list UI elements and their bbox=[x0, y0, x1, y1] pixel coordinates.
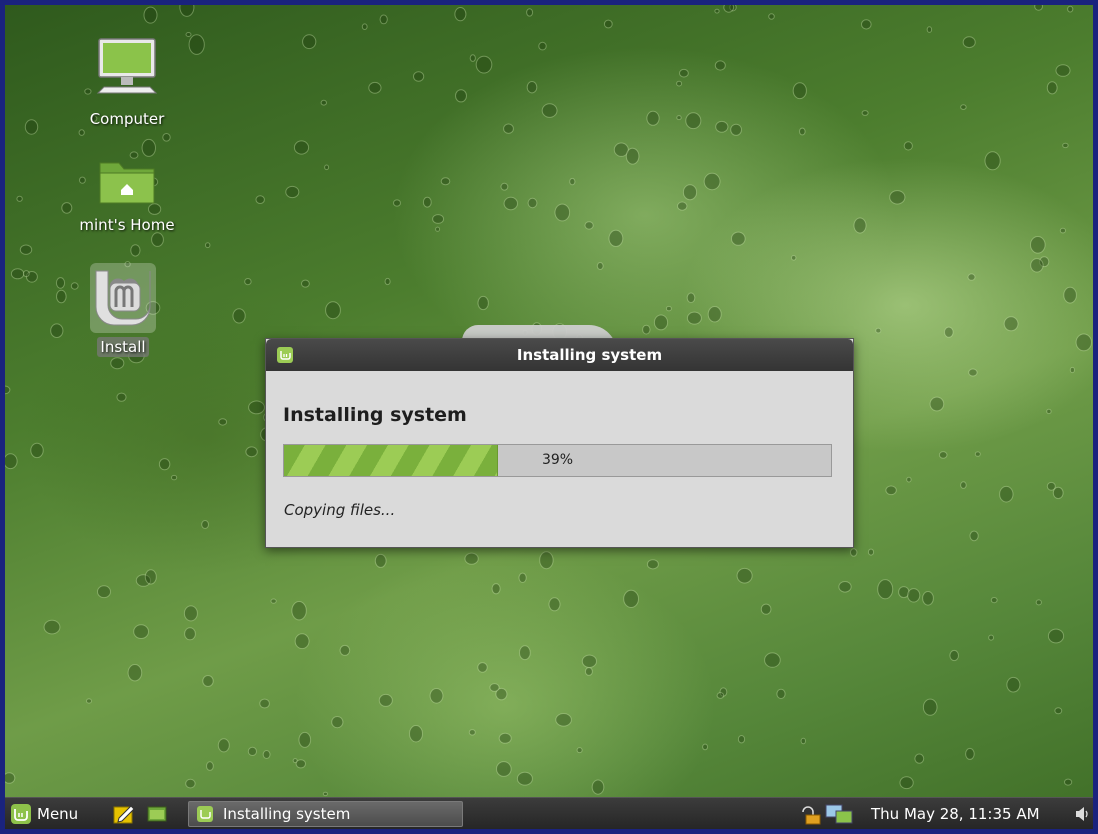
desktop-icon-label: Install bbox=[97, 337, 149, 357]
computer-icon bbox=[67, 35, 187, 105]
desktop-icon-computer[interactable]: Computer bbox=[67, 35, 187, 129]
desktop-icon-label: mint's Home bbox=[79, 216, 175, 234]
installer-dialog: Installing system Installing system 39% … bbox=[265, 338, 854, 548]
mint-logo-icon bbox=[197, 806, 213, 822]
desktop-icon-install[interactable]: Install bbox=[63, 263, 183, 357]
menu-button[interactable]: Menu bbox=[11, 798, 78, 829]
clock[interactable]: Thu May 28, 11:35 AM bbox=[871, 798, 1040, 829]
text-editor-launcher[interactable] bbox=[113, 798, 135, 829]
home-folder-icon bbox=[67, 157, 187, 211]
terminal-launcher[interactable] bbox=[147, 798, 167, 829]
mint-menu-icon bbox=[11, 803, 31, 824]
dialog-heading: Installing system bbox=[283, 404, 467, 426]
taskbar-window-button[interactable]: Installing system bbox=[188, 801, 463, 827]
taskbar: Menu Installing system Thu May 28, 11:35… bbox=[5, 797, 1093, 829]
menu-label: Menu bbox=[37, 804, 79, 823]
network-tray[interactable] bbox=[800, 798, 862, 829]
terminal-icon bbox=[147, 806, 167, 821]
volume-icon bbox=[1076, 806, 1088, 821]
progress-percent: 39% bbox=[541, 452, 574, 468]
desktop-icon-home[interactable]: mint's Home bbox=[67, 157, 187, 235]
text-editor-icon bbox=[113, 804, 135, 823]
desktop-icon-label: Computer bbox=[89, 110, 165, 128]
install-progress-bar: 39% bbox=[283, 444, 832, 477]
dialog-title: Installing system bbox=[516, 346, 663, 364]
mint-install-icon bbox=[63, 263, 183, 333]
network-icon bbox=[802, 804, 853, 824]
taskbar-window-label: Installing system bbox=[223, 805, 351, 823]
desktop: Computer mint's Home Install Installing … bbox=[5, 5, 1093, 829]
dialog-titlebar[interactable]: Installing system bbox=[266, 339, 853, 371]
progress-status: Copying files... bbox=[284, 501, 396, 519]
volume-control[interactable] bbox=[1075, 798, 1089, 829]
